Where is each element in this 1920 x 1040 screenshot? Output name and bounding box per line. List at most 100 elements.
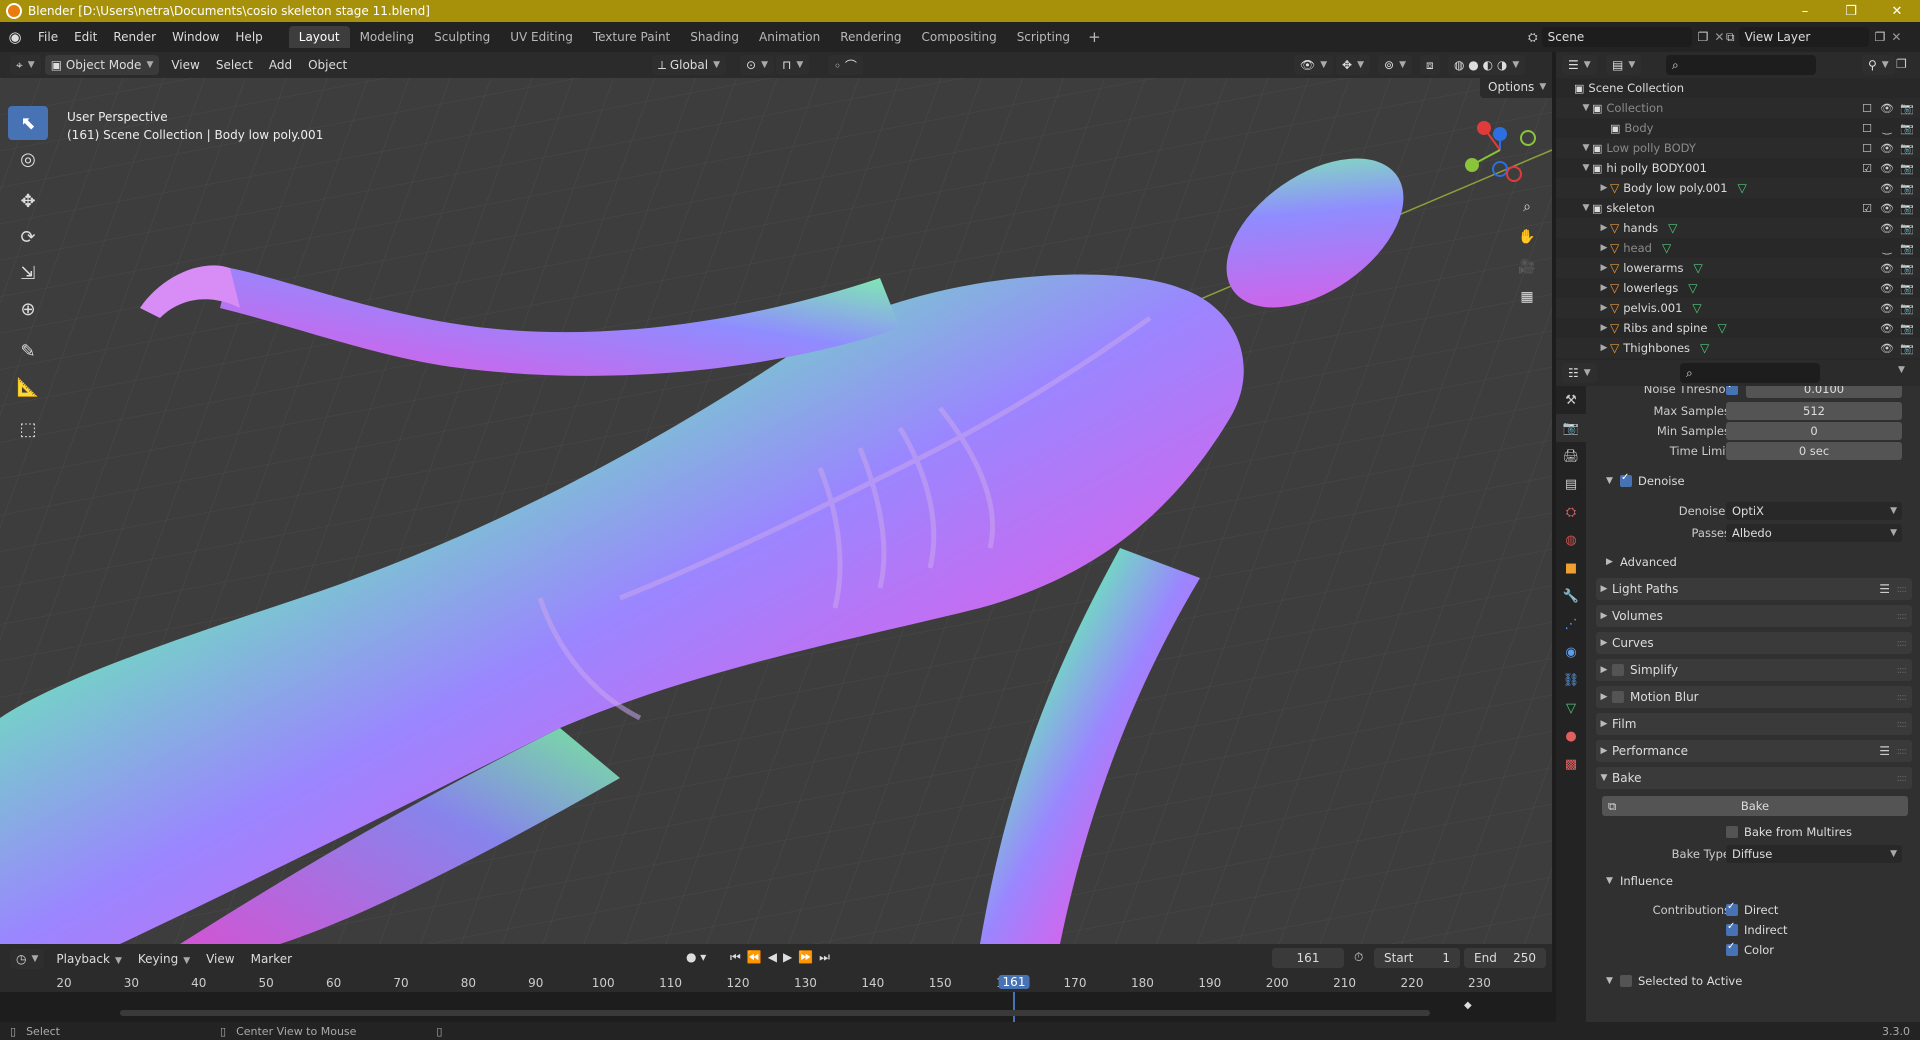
properties-editor-icon[interactable]: ☷ ▼ — [1562, 363, 1597, 383]
world-tab-icon[interactable]: ◍ — [1556, 526, 1586, 554]
outliner-row[interactable]: ▶ ▽ pelvis.001 ▽ 👁 📷 — [1556, 298, 1920, 318]
noise-threshold-field[interactable]: 0.0100 — [1746, 386, 1902, 398]
min-samples-field[interactable]: 0 — [1726, 422, 1902, 440]
mesh-data-icon[interactable]: ▽ — [1738, 181, 1747, 195]
outliner-row[interactable]: ▼ ▣ skeleton ☑ 👁 📷 — [1556, 198, 1920, 218]
indirect-checkbox[interactable] — [1726, 921, 1738, 936]
camera-render-icon[interactable]: 📷 — [1900, 182, 1914, 195]
tab-rendering[interactable]: Rendering — [830, 26, 911, 48]
expand-toggle-icon[interactable]: ▶ — [1598, 223, 1610, 233]
panel-motion-blur[interactable]: ▶ Motion Blur :::: — [1596, 686, 1912, 708]
camera-render-icon[interactable]: 📷 — [1900, 202, 1914, 215]
mesh-data-icon[interactable]: ▽ — [1692, 301, 1701, 315]
eye-icon[interactable]: 👁 — [1880, 302, 1894, 315]
menu-window[interactable]: Window — [164, 30, 227, 44]
overlay-toggle-icon[interactable]: ⊚ ▼ — [1378, 55, 1412, 75]
drag-grip-icon[interactable]: :::: — [1897, 611, 1908, 622]
camera-render-icon[interactable]: 📷 — [1900, 282, 1914, 295]
expand-toggle-icon[interactable]: ▼ — [1580, 163, 1592, 173]
time-limit-field[interactable]: 0 sec — [1726, 442, 1902, 460]
outliner-row[interactable]: ▼ ▣ Collection ☐ 👁 📷 — [1556, 98, 1920, 118]
filter-icon[interactable]: ⚲ ▼ — [1862, 55, 1895, 75]
expand-toggle-icon[interactable]: ▶ — [1598, 183, 1610, 193]
outliner-row[interactable]: ▶ ▽ Ribs and spine ▽ 👁 📷 — [1556, 318, 1920, 338]
exclude-checkbox-icon[interactable]: ☐ — [1860, 122, 1874, 135]
drag-grip-icon[interactable]: :::: — [1897, 692, 1908, 703]
exclude-checkbox-icon[interactable]: ☐ — [1860, 102, 1874, 115]
panel-light-paths[interactable]: ▶ Light Paths ☰ :::: — [1596, 578, 1912, 600]
bake-type-select[interactable]: Diffuse ▼ — [1726, 845, 1902, 863]
orientation-dropdown[interactable]: ⟂ Global ▼ — [652, 55, 727, 75]
eye-icon[interactable]: 👁 — [1880, 202, 1894, 215]
denoiser-select[interactable]: OptiX ▼ — [1726, 502, 1902, 520]
particles-tab-icon[interactable]: ⋰ — [1556, 610, 1586, 638]
timeline-scrollbar[interactable] — [120, 1010, 1430, 1016]
eye-icon[interactable]: 👁 — [1880, 342, 1894, 355]
rotate-tool-icon[interactable]: ⟳ — [8, 220, 48, 254]
outliner-search-input[interactable]: ⌕ — [1666, 55, 1816, 75]
outliner[interactable]: ▣ Scene Collection ▼ ▣ Collection ☐ 👁 📷 ▣ Body ☐ ‿ 📷… — [1556, 78, 1920, 360]
noise-threshold-checkbox[interactable] — [1726, 386, 1738, 395]
proportional-edit-icon[interactable]: ◦ ⌒ — [828, 55, 863, 75]
tab-uv-editing[interactable]: UV Editing — [500, 26, 583, 48]
start-frame-field[interactable]: Start 1 — [1374, 948, 1460, 968]
camera-render-icon[interactable]: 📷 — [1900, 262, 1914, 275]
passes-select[interactable]: Albedo ▼ — [1726, 524, 1902, 542]
mesh-data-icon[interactable]: ▽ — [1693, 261, 1702, 275]
menu-keying[interactable]: Keying ▼ — [130, 952, 198, 966]
tab-animation[interactable]: Animation — [749, 26, 830, 48]
camera-render-icon[interactable]: 📷 — [1900, 142, 1914, 155]
menu-timeline-view[interactable]: View — [198, 952, 242, 966]
expand-toggle-icon[interactable]: ▼ — [1580, 203, 1592, 213]
outliner-row[interactable]: ▶ ▽ Thighbones ▽ 👁 📷 — [1556, 338, 1920, 358]
zoom-icon[interactable]: ⌕ — [1514, 194, 1540, 220]
outliner-row[interactable]: ▣ Scene Collection — [1556, 78, 1920, 98]
physics-tab-icon[interactable]: ◉ — [1556, 638, 1586, 666]
selected-to-active-subpanel[interactable]: ▼ Selected to Active — [1606, 971, 1912, 991]
outliner-editor-icon[interactable]: ☰ ▼ — [1562, 55, 1597, 75]
expand-toggle-icon[interactable]: ▶ — [1598, 263, 1610, 273]
output-tab-icon[interactable]: 🖨 — [1556, 442, 1586, 470]
end-frame-field[interactable]: End 250 — [1464, 948, 1546, 968]
outliner-row[interactable]: ▶ ▽ head ▽ ‿ 📷 — [1556, 238, 1920, 258]
expand-toggle-icon[interactable]: ▶ — [1598, 303, 1610, 313]
expand-toggle-icon[interactable]: ▶ — [1598, 343, 1610, 353]
eye-icon[interactable]: 👁 — [1880, 162, 1894, 175]
scene-field[interactable]: Scene — [1541, 27, 1692, 47]
editor-type-button[interactable]: ⌖ ▼ — [10, 55, 41, 75]
3d-viewport[interactable]: User Perspective (161) Scene Collection … — [0, 78, 1552, 944]
scale-tool-icon[interactable]: ⇲ — [8, 256, 48, 290]
tool-tab-icon[interactable]: ⚒ — [1556, 386, 1586, 414]
menu-playback[interactable]: Playback ▼ — [48, 952, 129, 966]
mesh-data-icon[interactable]: ▽ — [1662, 241, 1671, 255]
menu-edit[interactable]: Edit — [66, 30, 105, 44]
move-tool-icon[interactable]: ✥ — [8, 184, 48, 218]
drag-grip-icon[interactable]: :::: — [1897, 719, 1908, 730]
constraints-tab-icon[interactable]: ⛓ — [1556, 666, 1586, 694]
camera-render-icon[interactable]: 📷 — [1900, 302, 1914, 315]
playhead-frame[interactable]: 161 — [998, 975, 1030, 989]
gizmo-toggle-icon[interactable]: ✥ ▼ — [1336, 55, 1370, 75]
eye-icon[interactable]: 👁 — [1880, 182, 1894, 195]
presets-list-icon[interactable]: ☰ — [1879, 744, 1890, 758]
expand-toggle-icon[interactable]: ▼ — [1580, 143, 1592, 153]
simplify-checkbox[interactable] — [1612, 664, 1624, 676]
annotate-tool-icon[interactable]: ✎ — [8, 334, 48, 368]
menu-help[interactable]: Help — [227, 30, 270, 44]
xray-icon[interactable]: ⧈ — [1420, 55, 1440, 75]
camera-render-icon[interactable]: 📷 — [1900, 222, 1914, 235]
outliner-row[interactable]: ▣ Body ☐ ‿ 📷 — [1556, 118, 1920, 138]
display-mode-icon[interactable]: ▤ ▼ — [1606, 55, 1642, 75]
mesh-data-icon[interactable]: ▽ — [1700, 341, 1709, 355]
menu-object[interactable]: Object — [300, 58, 355, 72]
drag-grip-icon[interactable]: :::: — [1897, 584, 1908, 595]
drag-grip-icon[interactable]: :::: — [1897, 665, 1908, 676]
panel-film[interactable]: ▶ Film :::: — [1596, 713, 1912, 735]
tab-sculpting[interactable]: Sculpting — [424, 26, 500, 48]
color-checkbox[interactable] — [1726, 941, 1738, 956]
playback-controls[interactable]: ⏮⏪◀▶⏩⏭ — [730, 950, 836, 965]
select-box-tool-icon[interactable]: ⬉ — [8, 106, 48, 140]
measure-tool-icon[interactable]: 📐 — [8, 370, 48, 404]
advanced-subpanel[interactable]: ▶ Advanced — [1606, 552, 1912, 572]
timeline[interactable]: 2030405060708090100110120130140150160170… — [0, 974, 1552, 1022]
